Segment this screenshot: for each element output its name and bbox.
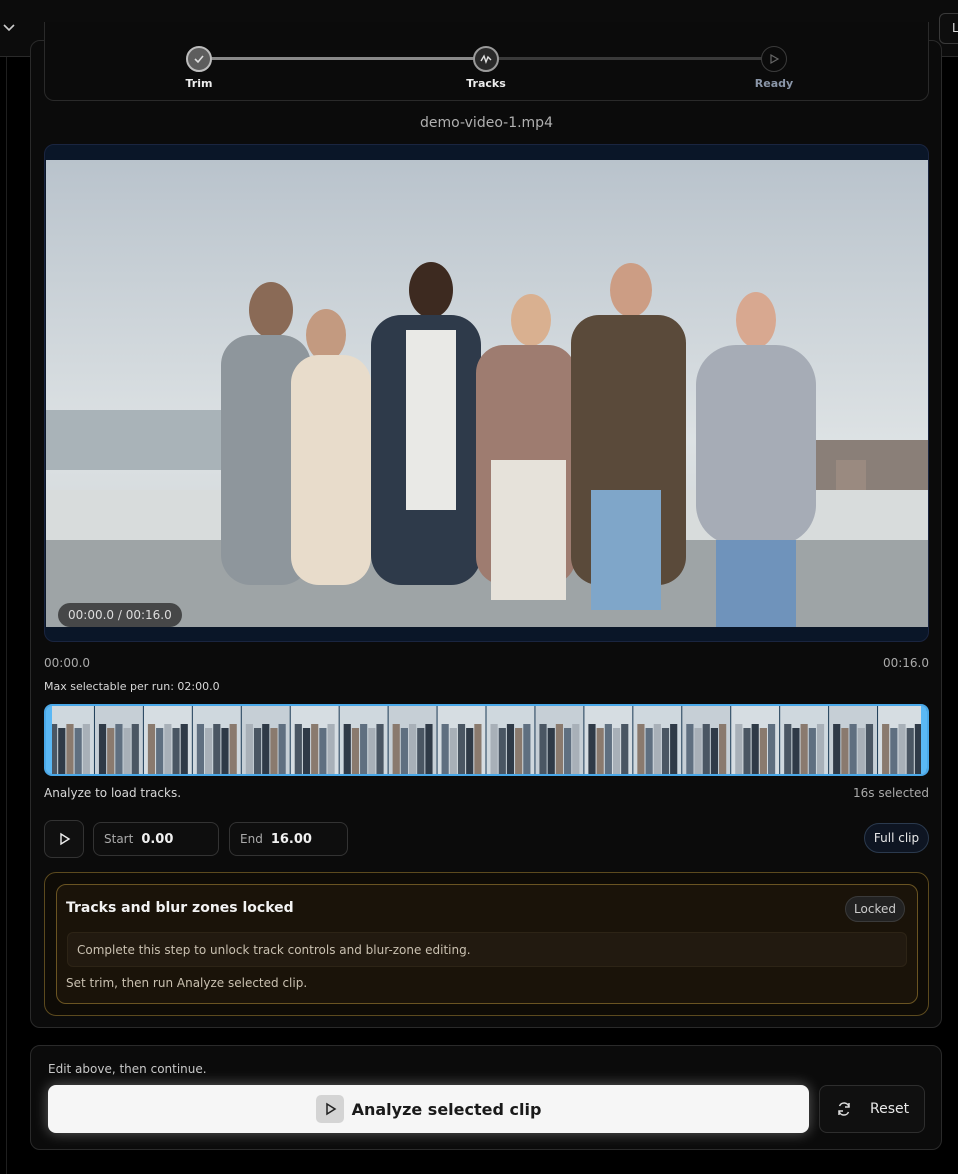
analyze-button-label: Analyze selected clip xyxy=(351,1099,542,1119)
filmstrip-thumbnail xyxy=(388,706,437,774)
timeline-filmstrip[interactable] xyxy=(44,704,929,776)
filmstrip-thumbnail xyxy=(829,706,878,774)
language-button[interactable]: L xyxy=(939,13,958,44)
filmstrip-thumbnail xyxy=(143,706,192,774)
full-clip-button[interactable]: Full clip xyxy=(864,823,929,853)
filmstrip-thumbnail xyxy=(290,706,339,774)
progress-stepper: Trim Tracks Ready xyxy=(44,22,929,101)
tracks-status: Analyze to load tracks. xyxy=(44,786,182,800)
max-selectable-note: Max selectable per run: 02:00.0 xyxy=(44,680,220,693)
play-icon xyxy=(315,1095,344,1123)
step-trim-label[interactable]: Trim xyxy=(159,77,239,90)
locked-hint: Set trim, then run Analyze selected clip… xyxy=(66,976,308,990)
step-ready-label[interactable]: Ready xyxy=(734,77,814,90)
trim-start-handle[interactable] xyxy=(46,706,52,774)
locked-message: Complete this step to unlock track contr… xyxy=(67,932,907,967)
filmstrip-thumbnail xyxy=(94,706,143,774)
refresh-icon xyxy=(836,1101,852,1117)
waveform-icon xyxy=(480,54,492,65)
sidebar-divider xyxy=(6,57,7,1174)
locked-title: Tracks and blur zones locked xyxy=(66,900,294,916)
trim-end-field[interactable]: End 16.00 xyxy=(229,822,348,856)
check-icon xyxy=(194,55,204,64)
trim-end-value[interactable]: 16.00 xyxy=(271,832,312,847)
play-button[interactable] xyxy=(44,820,84,858)
reset-button-label: Reset xyxy=(870,1101,910,1117)
play-icon xyxy=(770,53,780,65)
filmstrip-thumbnail xyxy=(46,706,94,774)
video-filename: demo-video-1.mp4 xyxy=(420,115,553,131)
step-tracks-dot[interactable] xyxy=(473,46,499,72)
filmstrip-thumbnail xyxy=(241,706,290,774)
filmstrip-thumbnail xyxy=(878,706,926,774)
filmstrip-thumbnail xyxy=(731,706,780,774)
filmstrip-thumbnail xyxy=(780,706,829,774)
analyze-selected-clip-button[interactable]: Analyze selected clip xyxy=(48,1085,809,1133)
filmstrip-thumbnails xyxy=(46,706,926,774)
filmstrip-thumbnail xyxy=(682,706,731,774)
trim-start-label: Start xyxy=(104,832,134,846)
action-note: Edit above, then continue. xyxy=(48,1062,207,1076)
video-player[interactable] xyxy=(44,144,929,642)
filmstrip-thumbnail xyxy=(192,706,241,774)
filmstrip-thumbnail xyxy=(437,706,486,774)
step-ready-dot[interactable] xyxy=(761,46,787,72)
trim-start-value[interactable]: 0.00 xyxy=(141,832,173,847)
trim-end-label: End xyxy=(240,832,263,846)
play-icon xyxy=(60,832,71,846)
selection-length: 16s selected xyxy=(853,786,929,800)
filmstrip-thumbnail xyxy=(339,706,388,774)
chevron-down-icon[interactable] xyxy=(2,20,16,34)
video-time-display: 00:00.0 / 00:16.0 xyxy=(58,603,182,627)
trim-end-handle[interactable] xyxy=(921,706,927,774)
filmstrip-thumbnail xyxy=(486,706,535,774)
timeline-start-time: 00:00.0 xyxy=(44,656,91,670)
trim-start-field[interactable]: Start 0.00 xyxy=(93,822,219,856)
filmstrip-thumbnail xyxy=(584,706,633,774)
step-tracks-label[interactable]: Tracks xyxy=(446,77,526,90)
filmstrip-thumbnail xyxy=(633,706,682,774)
reset-button[interactable]: Reset xyxy=(819,1085,925,1133)
locked-badge: Locked xyxy=(845,896,905,922)
timeline-end-time: 00:16.0 xyxy=(882,656,929,670)
step-trim-dot[interactable] xyxy=(186,46,212,72)
filmstrip-thumbnail xyxy=(535,706,584,774)
video-frame xyxy=(46,160,928,627)
